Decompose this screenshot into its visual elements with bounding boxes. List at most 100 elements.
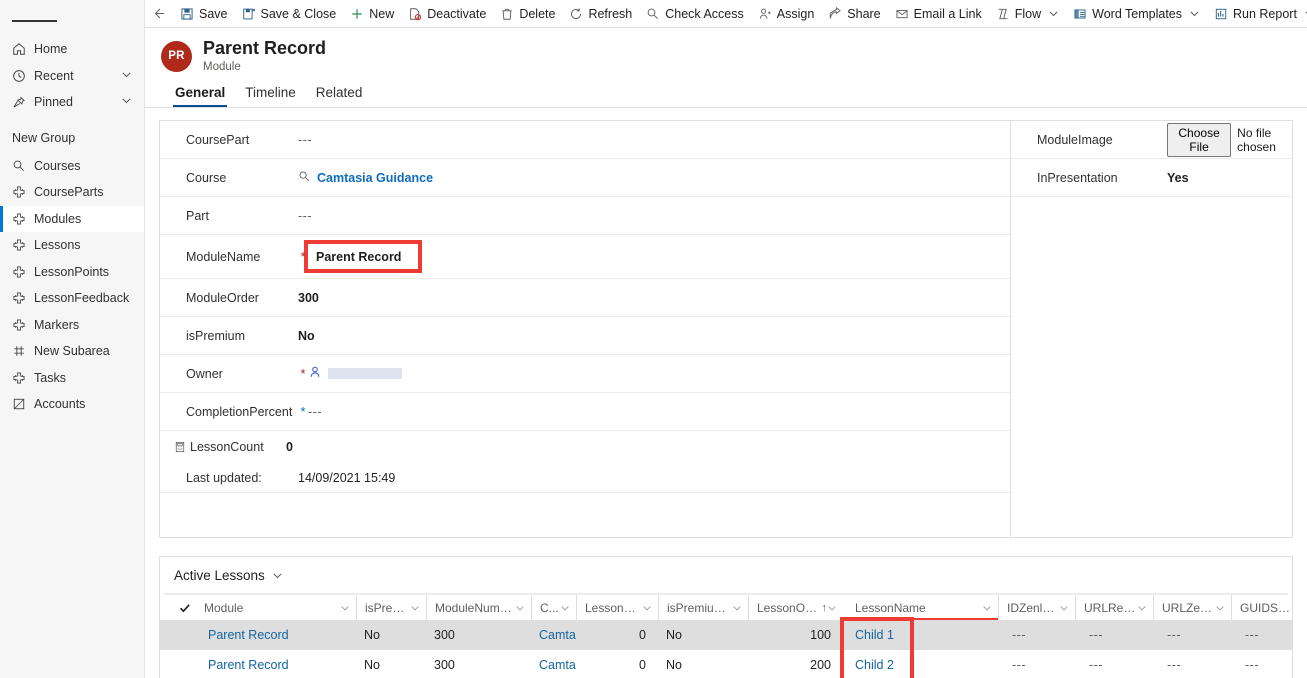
sidebar-item-tasks[interactable]: Tasks — [0, 365, 144, 392]
subgrid-title: Active Lessons — [174, 567, 265, 583]
field-last-updated: Last updated: 14/09/2021 15:49 — [160, 463, 1010, 493]
required-indicator: * — [300, 249, 306, 264]
subgrid-header[interactable]: Active Lessons — [160, 557, 1292, 593]
refresh-button[interactable]: Refresh — [562, 1, 639, 27]
column-header-ispremium[interactable]: isPremium — [356, 595, 426, 620]
chevron-down-icon[interactable] — [982, 603, 992, 613]
chevron-down-icon[interactable] — [121, 95, 132, 109]
email-a-link-button[interactable]: Email a Link — [888, 1, 989, 27]
puzzle-icon — [12, 212, 29, 226]
column-label: LessonCou... — [585, 600, 642, 615]
column-header-module[interactable]: Module — [196, 595, 356, 620]
new-button[interactable]: New — [343, 1, 401, 27]
field-value[interactable]: Yes — [1167, 171, 1189, 185]
column-header-lessonorder[interactable]: LessonOrder ↑ — [748, 595, 843, 620]
field-value[interactable]: --- — [298, 209, 312, 223]
choose-file-button[interactable]: Choose File — [1167, 122, 1232, 157]
tab-general[interactable]: General — [165, 85, 235, 107]
command-label: New — [369, 6, 395, 21]
sidebar-item-lessonpoints[interactable]: LessonPoints — [0, 259, 144, 286]
chevron-down-icon[interactable] — [410, 603, 420, 613]
cell-lessonname[interactable]: Child 1 — [843, 620, 998, 650]
save-and-close-button[interactable]: Save & Close — [235, 1, 344, 27]
chevron-down-icon[interactable] — [827, 603, 837, 613]
sidebar-item-lessons[interactable]: Lessons — [0, 232, 144, 259]
cell-lessonname[interactable]: Child 2 — [843, 650, 998, 678]
chevron-down-icon[interactable] — [1215, 603, 1225, 613]
column-header-lessonname[interactable]: LessonName — [843, 595, 998, 620]
cell-lessoncount: 0 — [639, 627, 646, 642]
chevron-down-icon[interactable] — [560, 603, 570, 613]
table-row[interactable]: Parent Record No 300 Camta 0 No 200 Chil… — [160, 650, 1292, 678]
chevron-down-icon[interactable] — [340, 603, 350, 613]
column-label: URLResource — [1084, 600, 1137, 615]
flow-button[interactable]: Flow — [989, 1, 1066, 27]
cell-module[interactable]: Parent Record — [196, 650, 356, 678]
course-lookup-link[interactable]: Camtasia Guidance — [298, 170, 433, 186]
tab-related[interactable]: Related — [306, 85, 373, 107]
column-header-ispremium-2[interactable]: isPremium ... — [658, 595, 748, 620]
sidebar-item-modules[interactable]: Modules — [0, 205, 144, 232]
chevron-down-icon[interactable] — [642, 603, 652, 613]
hamburger-icon[interactable] — [0, 6, 144, 36]
column-header-urlresource[interactable]: URLResource — [1075, 595, 1153, 620]
back-arrow-icon[interactable] — [151, 1, 166, 27]
chevron-down-icon[interactable] — [515, 603, 525, 613]
column-label: Module — [204, 600, 244, 615]
column-header-urlzenler[interactable]: URLZenler... — [1153, 595, 1231, 620]
cell-urlzenler: --- — [1167, 627, 1181, 642]
avatar: PR — [161, 40, 192, 72]
sidebar-item-label: Recent — [34, 68, 74, 83]
sidebar-item-pinned[interactable]: Pinned — [0, 89, 144, 116]
sidebar-item-new-subarea[interactable]: New Subarea — [0, 338, 144, 365]
chevron-down-icon[interactable] — [272, 570, 283, 581]
deactivate-button[interactable]: Deactivate — [401, 1, 493, 27]
cell-modulenumber: 300 — [434, 657, 455, 672]
lookup-value: Camtasia Guidance — [317, 170, 434, 185]
cell-module[interactable]: Parent Record — [196, 620, 356, 650]
refresh-icon — [569, 7, 583, 21]
column-header-guidstream[interactable]: GUIDStrea... — [1231, 595, 1292, 620]
field-moduleorder: ModuleOrder 300 — [160, 279, 1010, 317]
sidebar-item-home[interactable]: Home — [0, 36, 144, 63]
chevron-down-icon[interactable] — [1048, 8, 1059, 19]
sidebar-item-recent[interactable]: Recent — [0, 63, 144, 90]
cell-c[interactable]: Camta — [531, 650, 576, 678]
tab-timeline[interactable]: Timeline — [235, 85, 306, 107]
table-row[interactable]: Parent Record No 300 Camta 0 No 100 Chil… — [160, 620, 1292, 650]
column-header-modulenumber[interactable]: ModuleNumber — [426, 595, 531, 620]
field-value-wrap[interactable] — [308, 365, 402, 382]
field-value[interactable]: 300 — [298, 291, 319, 305]
save-button[interactable]: Save — [173, 1, 235, 27]
chevron-down-icon[interactable] — [121, 69, 132, 83]
cell-ispremium: No — [364, 627, 380, 642]
field-value[interactable]: No — [298, 329, 315, 343]
sidebar-item-courseparts[interactable]: CourseParts — [0, 179, 144, 206]
sidebar-item-label: LessonPoints — [34, 264, 110, 279]
sidebar-item-courses[interactable]: Courses — [0, 153, 144, 180]
run-report-button[interactable]: Run Report — [1207, 1, 1307, 27]
right-section-spacer — [1011, 197, 1292, 492]
chevron-down-icon[interactable] — [1137, 603, 1147, 613]
sidebar-item-markers[interactable]: Markers — [0, 312, 144, 339]
column-header-c[interactable]: C... — [531, 595, 576, 620]
check-access-button[interactable]: Check Access — [639, 1, 751, 27]
puzzle-icon — [12, 265, 29, 279]
modulename-input-highlighted[interactable]: Parent Record — [304, 240, 422, 273]
word-templates-button[interactable]: Word Templates — [1066, 1, 1207, 27]
share-button[interactable]: Share — [821, 1, 887, 27]
chevron-down-icon[interactable] — [1059, 603, 1069, 613]
column-header-idzenlervideo[interactable]: IDZenlerVi... — [998, 595, 1075, 620]
sidebar-item-lessonfeedback[interactable]: LessonFeedback — [0, 285, 144, 312]
sidebar-item-accounts[interactable]: Accounts — [0, 391, 144, 418]
chevron-down-icon[interactable] — [732, 603, 742, 613]
chevron-down-icon[interactable] — [1189, 8, 1200, 19]
column-header-lessoncount[interactable]: LessonCou... — [576, 595, 658, 620]
assign-button[interactable]: Assign — [751, 1, 822, 27]
calculator-icon — [174, 441, 186, 453]
field-label: CompletionPercent — [186, 404, 293, 419]
delete-button[interactable]: Delete — [493, 1, 562, 27]
select-all-checkbox[interactable] — [174, 602, 196, 614]
field-value[interactable]: --- — [298, 133, 312, 147]
cell-c[interactable]: Camta — [531, 620, 576, 650]
